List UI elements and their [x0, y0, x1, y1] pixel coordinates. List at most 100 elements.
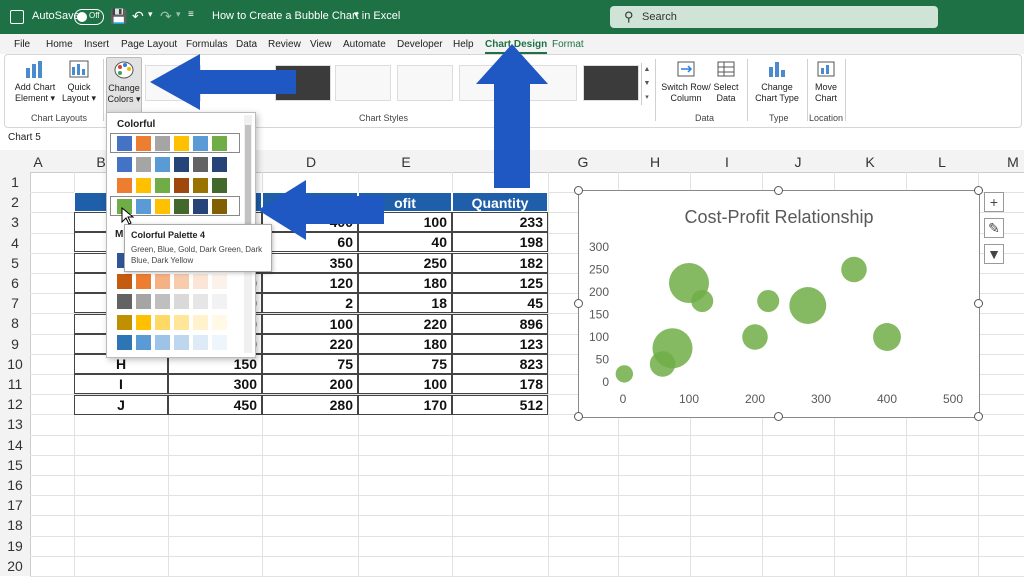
row-header-11[interactable]: 11: [0, 376, 30, 392]
chart-resize-handle[interactable]: [774, 186, 783, 195]
name-box[interactable]: Chart 5: [8, 132, 41, 143]
bubble-point[interactable]: [789, 287, 827, 324]
tab-review[interactable]: Review: [268, 39, 301, 50]
undo-icon[interactable]: ↶: [132, 8, 144, 25]
chart-style-2[interactable]: [275, 65, 331, 101]
table-cell[interactable]: J: [74, 394, 168, 415]
switch-row-column-button[interactable]: Switch Row/ Column: [661, 59, 711, 104]
table-cell[interactable]: 400: [262, 212, 358, 232]
tab-data[interactable]: Data: [236, 39, 257, 50]
tab-help[interactable]: Help: [453, 39, 474, 50]
chart-filters-button[interactable]: ▼: [984, 244, 1004, 264]
row-header-10[interactable]: 10: [0, 356, 30, 372]
column-header-i[interactable]: I: [717, 154, 737, 170]
bubble-point[interactable]: [649, 351, 676, 377]
row-header-15[interactable]: 15: [0, 457, 30, 473]
row-header-19[interactable]: 19: [0, 538, 30, 554]
palette-row-colorful-1[interactable]: [110, 133, 240, 153]
column-header-l[interactable]: L: [932, 154, 952, 170]
table-cell[interactable]: 60: [262, 232, 358, 253]
chart-resize-handle[interactable]: [974, 299, 983, 308]
chart-styles-button[interactable]: ✎: [984, 218, 1004, 238]
chart-style-7[interactable]: [583, 65, 639, 101]
chart-resize-handle[interactable]: [974, 186, 983, 195]
table-cell[interactable]: 450: [168, 394, 262, 415]
row-header-5[interactable]: 5: [0, 255, 30, 271]
table-cell[interactable]: 823: [452, 354, 548, 375]
table-cell[interactable]: 896: [452, 313, 548, 334]
table-cell[interactable]: 220: [262, 333, 358, 354]
column-header-m[interactable]: M: [1003, 154, 1023, 170]
bubble-point[interactable]: [615, 365, 634, 383]
column-header-e[interactable]: E: [396, 154, 416, 170]
add-chart-element-button[interactable]: Add Chart Element ▾: [13, 59, 57, 104]
redo-dropdown-icon[interactable]: ▾: [176, 9, 181, 20]
save-icon[interactable]: 💾: [110, 8, 127, 25]
row-header-7[interactable]: 7: [0, 295, 30, 311]
tab-file[interactable]: File: [14, 39, 30, 50]
table-cell[interactable]: 182: [452, 252, 548, 273]
table-cell[interactable]: 100: [358, 374, 452, 395]
table-cell[interactable]: 125: [452, 272, 548, 293]
row-header-12[interactable]: 12: [0, 396, 30, 412]
tab-chart-design[interactable]: Chart Design: [485, 39, 548, 54]
change-chart-type-button[interactable]: Change Chart Type: [751, 59, 803, 104]
row-header-16[interactable]: 16: [0, 477, 30, 493]
table-header[interactable]: Quantity: [452, 192, 548, 212]
tab-view[interactable]: View: [310, 39, 332, 50]
table-cell[interactable]: 300: [168, 374, 262, 395]
row-header-8[interactable]: 8: [0, 315, 30, 331]
tab-page-layout[interactable]: Page Layout: [121, 39, 177, 50]
table-cell[interactable]: 200: [262, 374, 358, 395]
table-cell[interactable]: 75: [358, 354, 452, 375]
row-header-4[interactable]: 4: [0, 235, 30, 251]
column-header-a[interactable]: A: [28, 154, 48, 170]
table-cell[interactable]: 120: [262, 272, 358, 293]
bubble-point[interactable]: [742, 324, 768, 350]
table-cell[interactable]: 512: [452, 394, 548, 415]
table-cell[interactable]: I: [74, 374, 168, 395]
chart-style-4[interactable]: [397, 65, 453, 101]
table-cell[interactable]: 100: [262, 313, 358, 334]
dropdown-scroll-thumb[interactable]: [245, 125, 251, 235]
customize-toolbar-icon[interactable]: ≡: [188, 9, 194, 20]
undo-dropdown-icon[interactable]: ▾: [148, 9, 153, 20]
search-box[interactable]: ⚲ Search: [610, 6, 938, 28]
quick-layout-button[interactable]: Quick Layout ▾: [59, 59, 99, 104]
chart-title[interactable]: Cost-Profit Relationship: [684, 207, 873, 227]
table-cell[interactable]: 350: [262, 252, 358, 273]
chart-resize-handle[interactable]: [974, 412, 983, 421]
row-header-6[interactable]: 6: [0, 275, 30, 291]
chart-style-5[interactable]: [459, 65, 515, 101]
table-cell[interactable]: 40: [358, 232, 452, 253]
autosave-toggle[interactable]: Off: [74, 9, 104, 25]
row-header-13[interactable]: 13: [0, 416, 30, 432]
column-header-j[interactable]: J: [788, 154, 808, 170]
chart-elements-button[interactable]: +: [984, 192, 1004, 212]
row-header-3[interactable]: 3: [0, 214, 30, 230]
row-header-14[interactable]: 14: [0, 437, 30, 453]
gallery-scroll[interactable]: ▲ ▼ ▾: [641, 63, 652, 105]
row-header-17[interactable]: 17: [0, 497, 30, 513]
bubble-point[interactable]: [841, 256, 867, 283]
column-header-k[interactable]: K: [860, 154, 880, 170]
table-cell[interactable]: 178: [452, 374, 548, 395]
tab-format[interactable]: Format: [552, 39, 584, 50]
table-cell[interactable]: 180: [358, 333, 452, 354]
table-cell[interactable]: 170: [358, 394, 452, 415]
table-cell[interactable]: 45: [452, 293, 548, 314]
move-chart-button[interactable]: Move Chart: [811, 59, 841, 104]
excel-logo-icon[interactable]: [10, 10, 24, 24]
column-header-f[interactable]: F: [491, 154, 511, 170]
select-data-button[interactable]: Select Data: [711, 59, 741, 104]
column-header-d[interactable]: D: [301, 154, 321, 170]
row-header-9[interactable]: 9: [0, 336, 30, 352]
redo-icon[interactable]: ↷: [160, 8, 172, 25]
change-colors-button[interactable]: Change Colors ▾: [106, 57, 142, 113]
row-header-2[interactable]: 2: [0, 194, 30, 210]
table-cell[interactable]: 250: [358, 252, 452, 273]
table-cell[interactable]: 123: [452, 333, 548, 354]
chart-resize-handle[interactable]: [574, 186, 583, 195]
column-header-g[interactable]: G: [573, 154, 593, 170]
table-cell[interactable]: 2: [262, 293, 358, 314]
